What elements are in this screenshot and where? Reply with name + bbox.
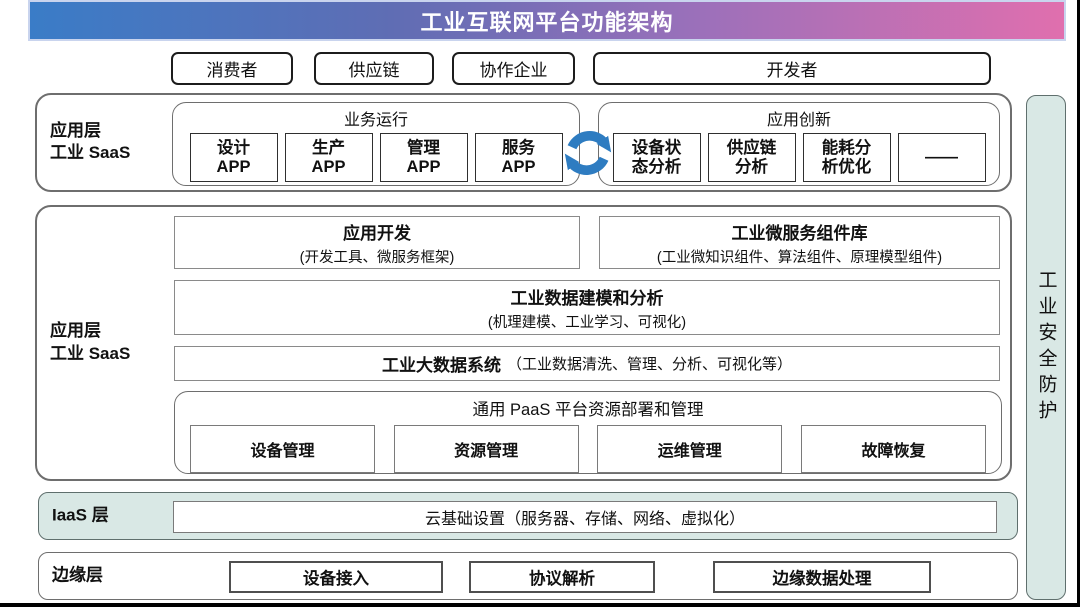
mgmt-box-label: 设备管理 (250, 437, 314, 461)
iaas-label-text: IaaS 层 (52, 505, 172, 528)
app-box-line2: APP (217, 158, 251, 177)
innovation-box-line2: 分析 (735, 158, 768, 177)
stakeholder-label: 协作企业 (480, 56, 548, 81)
app-box-line2: APP (407, 158, 441, 177)
app-box-production: 生产 APP (285, 133, 373, 182)
paas-title: 通用 PaaS 平台资源部署和管理 (175, 396, 1001, 420)
big-data-subtitle: （工业数据清洗、管理、分析、可视化等） (507, 353, 792, 374)
app-dev-title: 应用开发 (343, 219, 411, 244)
edge-box-device-access: 设备接入 (229, 561, 443, 593)
edge-label-text: 边缘层 (52, 565, 172, 588)
app-innovation-title: 应用创新 (599, 106, 999, 130)
app-box-design: 设计 APP (190, 133, 278, 182)
platform-mid-section: 应用层 工业 SaaS 应用开发 (开发工具、微服务框架) 工业微服务组件库 (… (35, 205, 1012, 481)
business-run-boxes: 设计 APP 生产 APP 管理 APP 服务 APP (173, 133, 579, 182)
security-bar-label: 工业安全防护 (1033, 270, 1060, 426)
data-modeling-title: 工业数据建模和分析 (511, 284, 664, 309)
app-dev-box: 应用开发 (开发工具、微服务框架) (174, 216, 580, 269)
layer-label-line2: 工业 SaaS (50, 143, 170, 166)
stakeholder-partner-enterprise: 协作企业 (452, 52, 575, 85)
edge-layer-label: 边缘层 (52, 565, 172, 588)
innovation-box-line1: 能耗分 (822, 139, 872, 158)
app-box-line1: 生产 (312, 139, 345, 158)
paas-group: 通用 PaaS 平台资源部署和管理 设备管理 资源管理 运维管理 故障恢复 (174, 391, 1002, 474)
stakeholder-supply-chain: 供应链 (314, 52, 434, 85)
sync-refresh-icon (556, 121, 620, 185)
app-innovation-group: 应用创新 设备状 态分析 供应链 分析 能耗分 析优化 —— (598, 102, 1000, 186)
layer-label-line2: 工业 SaaS (50, 343, 170, 366)
app-box-line1: 服务 (502, 139, 535, 158)
app-box-line2: APP (502, 158, 536, 177)
data-modeling-box: 工业数据建模和分析 (机理建模、工业学习、可视化) (174, 280, 1000, 335)
app-box-line1: 管理 (407, 139, 440, 158)
mgmt-box-fault-recovery: 故障恢复 (801, 425, 986, 473)
cloud-infra-box: 云基础设置（服务器、存储、网络、虚拟化） (173, 501, 997, 533)
mgmt-box-label: 运维管理 (658, 437, 722, 461)
business-run-group: 业务运行 设计 APP 生产 APP 管理 APP 服务 APP (172, 102, 580, 186)
innovation-box-energy: 能耗分 析优化 (803, 133, 891, 182)
layer-label-line1: 应用层 (50, 320, 170, 343)
architecture-diagram: 工业互联网平台功能架构 消费者 供应链 协作企业 开发者 应用层 工业 SaaS… (0, 0, 1080, 607)
innovation-box-device-status: 设备状 态分析 (613, 133, 701, 182)
security-bar: 工业安全防护 (1026, 95, 1066, 600)
microservice-lib-subtitle: (工业微知识组件、算法组件、原理模型组件) (657, 246, 942, 267)
innovation-box-line1: —— (925, 148, 958, 167)
edge-box-edge-data: 边缘数据处理 (713, 561, 931, 593)
mgmt-box-label: 资源管理 (454, 437, 518, 461)
innovation-box-line2: 态分析 (632, 158, 682, 177)
app-innovation-boxes: 设备状 态分析 供应链 分析 能耗分 析优化 —— (599, 133, 999, 182)
edge-layer-section: 边缘层 设备接入 协议解析 边缘数据处理 (38, 552, 1018, 600)
innovation-box-line1: 设备状 (632, 139, 682, 158)
app-box-management: 管理 APP (380, 133, 468, 182)
big-data-title: 工业大数据系统 (382, 351, 501, 376)
mgmt-box-device: 设备管理 (190, 425, 375, 473)
stakeholder-label: 消费者 (207, 56, 258, 81)
innovation-box-line1: 供应链 (727, 139, 777, 158)
saas-app-layer-top-section: 应用层 工业 SaaS 业务运行 设计 APP 生产 APP 管理 APP (35, 93, 1012, 192)
mgmt-box-resource: 资源管理 (394, 425, 579, 473)
mgmt-box-ops: 运维管理 (597, 425, 782, 473)
layer-label-line1: 应用层 (50, 120, 170, 143)
business-run-title: 业务运行 (173, 106, 579, 130)
edge-box-label: 协议解析 (529, 565, 595, 589)
paas-boxes: 设备管理 资源管理 运维管理 故障恢复 (175, 425, 1001, 473)
page-title: 工业互联网平台功能架构 (420, 5, 673, 37)
edge-box-protocol-parse: 协议解析 (469, 561, 655, 593)
mgmt-box-label: 故障恢复 (861, 437, 925, 461)
app-box-line1: 设计 (217, 139, 250, 158)
innovation-box-supply-chain: 供应链 分析 (708, 133, 796, 182)
edge-box-label: 边缘数据处理 (773, 565, 872, 589)
microservice-lib-title: 工业微服务组件库 (732, 219, 868, 244)
stakeholder-label: 供应链 (349, 56, 400, 81)
big-data-box: 工业大数据系统 （工业数据清洗、管理、分析、可视化等） (174, 346, 1000, 381)
iaas-layer-section: IaaS 层 云基础设置（服务器、存储、网络、虚拟化） (38, 492, 1018, 540)
stakeholder-consumer: 消费者 (171, 52, 293, 85)
data-modeling-subtitle: (机理建模、工业学习、可视化) (488, 311, 686, 332)
layer-label-saas-mid: 应用层 工业 SaaS (50, 320, 170, 366)
innovation-box-placeholder: —— (898, 133, 986, 182)
stakeholder-label: 开发者 (767, 56, 818, 81)
iaas-layer-label: IaaS 层 (52, 505, 172, 528)
app-box-line2: APP (312, 158, 346, 177)
innovation-box-line2: 析优化 (822, 158, 872, 177)
edge-box-label: 设备接入 (303, 565, 369, 589)
microservice-lib-box: 工业微服务组件库 (工业微知识组件、算法组件、原理模型组件) (599, 216, 1000, 269)
app-box-service: 服务 APP (475, 133, 563, 182)
diagram-title-banner: 工业互联网平台功能架构 (28, 0, 1066, 41)
cloud-infra-label: 云基础设置（服务器、存储、网络、虚拟化） (425, 505, 745, 529)
app-dev-subtitle: (开发工具、微服务框架) (300, 246, 455, 267)
stakeholder-developer: 开发者 (593, 52, 991, 85)
layer-label-saas-top: 应用层 工业 SaaS (50, 120, 170, 166)
